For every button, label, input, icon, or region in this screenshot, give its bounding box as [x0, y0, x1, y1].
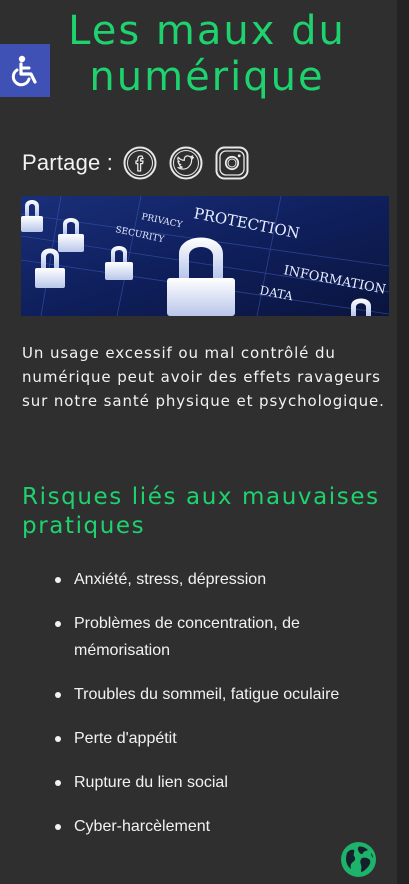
scrollbar-track [397, 0, 409, 884]
list-item: Problèmes de concentration, de mémorisat… [55, 610, 375, 664]
risk-list: Anxiété, stress, dépression Problèmes de… [55, 566, 375, 857]
page: Les maux du numérique Partage : PROTECTI… [0, 0, 409, 884]
share-label: Partage : [22, 150, 114, 175]
security-banner-image: PROTECTION PRIVACY SECURITY INFORMATION … [21, 196, 389, 316]
accessibility-button[interactable] [0, 44, 50, 97]
instagram-icon[interactable] [215, 146, 249, 180]
twitter-icon[interactable] [169, 146, 203, 180]
page-title: Les maux du numérique [68, 8, 346, 100]
facebook-icon[interactable] [123, 146, 157, 180]
globe-icon[interactable] [340, 841, 377, 878]
list-item: Troubles du sommeil, fatigue oculaire [55, 681, 375, 708]
intro-paragraph: Un usage excessif ou mal contrôlé du num… [22, 344, 385, 410]
wheelchair-icon [11, 55, 37, 86]
list-item: Anxiété, stress, dépression [55, 566, 375, 593]
list-item: Perte d'appétit [55, 725, 375, 752]
section-title: Risques liés aux mauvaises pratiques [22, 484, 380, 539]
list-item: Rupture du lien social [55, 769, 375, 796]
list-item: Cyber-harcèlement [55, 813, 375, 840]
share-bar: Partage : [22, 144, 261, 182]
